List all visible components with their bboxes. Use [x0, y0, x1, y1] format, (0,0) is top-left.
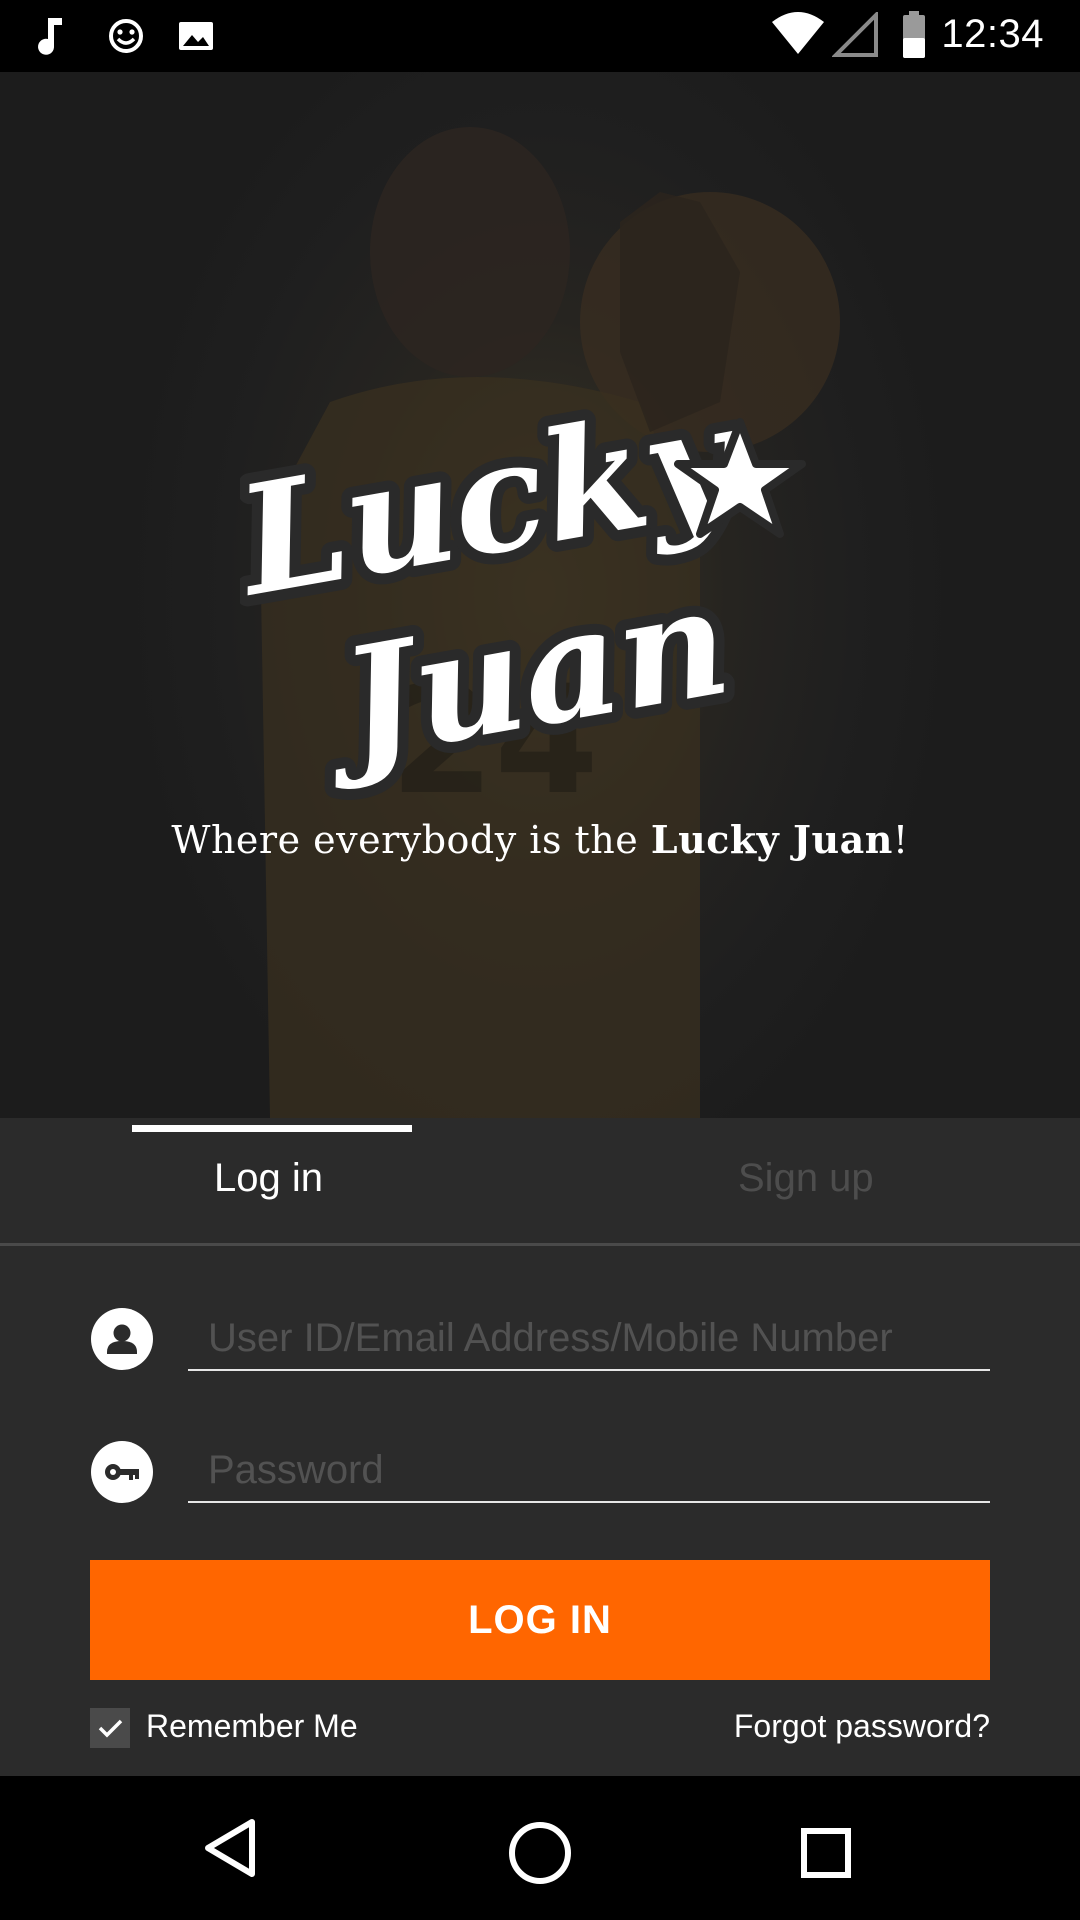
smiley-icon: [106, 14, 146, 63]
image-icon: [176, 14, 216, 63]
active-tab-indicator: [132, 1125, 412, 1132]
recents-button[interactable]: [754, 1776, 898, 1920]
tab-signup[interactable]: Sign up: [738, 1156, 874, 1201]
wifi-icon: [770, 10, 826, 63]
status-bar: 12:34: [0, 0, 1080, 72]
tagline: Where everybody is the Lucky Juan!: [171, 817, 909, 862]
home-button[interactable]: [468, 1776, 612, 1920]
login-button[interactable]: LOG IN: [90, 1560, 990, 1680]
user-id-input[interactable]: [208, 1309, 978, 1367]
status-time: 12:34: [941, 12, 1044, 56]
user-id-field[interactable]: [188, 1309, 990, 1371]
lucky-juan-logo: Lucky Juan Lucky Juan Lucky Juan: [240, 358, 806, 808]
back-icon: [205, 1819, 255, 1877]
cell-signal-icon: [831, 10, 880, 63]
hero-banner: 24 Lucky Juan Lucky Juan Lucky Juan Wher…: [0, 72, 1080, 1118]
tab-login[interactable]: Log in: [214, 1156, 323, 1201]
key-icon: [91, 1441, 153, 1503]
remember-me-checkbox[interactable]: [90, 1708, 130, 1748]
remember-me-label[interactable]: Remember Me: [146, 1708, 358, 1745]
music-note-icon: [36, 14, 66, 63]
password-input[interactable]: [208, 1441, 978, 1499]
back-button[interactable]: [160, 1776, 304, 1920]
battery-icon: [900, 10, 928, 65]
home-icon: [509, 1822, 571, 1884]
checkmark-icon: [98, 1719, 123, 1738]
system-nav-bar: [0, 1776, 1080, 1920]
forgot-password-link[interactable]: Forgot password?: [734, 1708, 990, 1745]
password-field[interactable]: [188, 1441, 990, 1503]
user-icon: [91, 1308, 153, 1370]
auth-tabs: Log in Sign up: [0, 1118, 1080, 1246]
recents-icon: [801, 1828, 851, 1878]
